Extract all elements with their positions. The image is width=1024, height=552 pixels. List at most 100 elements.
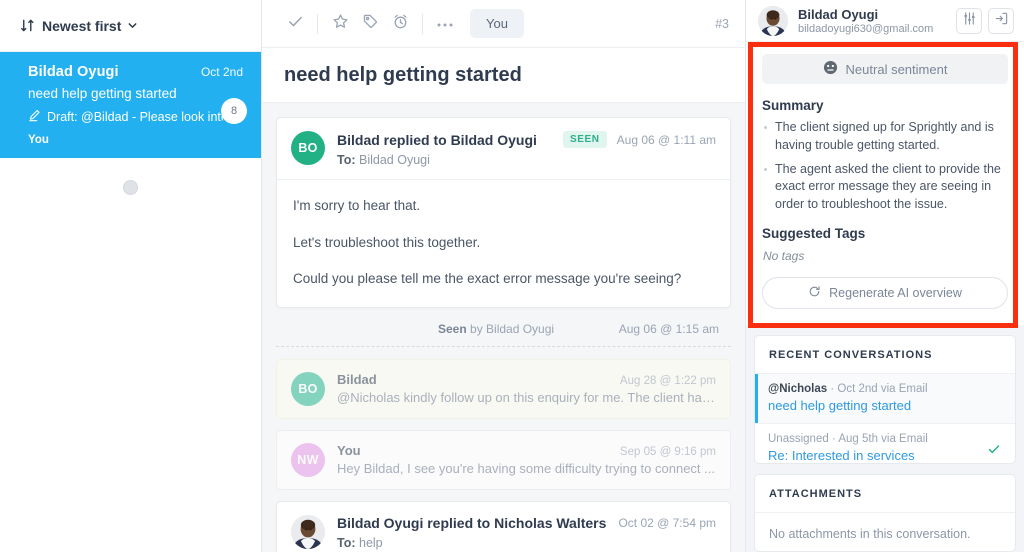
alarm-clock-icon <box>392 13 409 35</box>
conversation-list-sidebar: Newest first Bildad Oyugi Oct 2nd need h… <box>0 0 262 552</box>
snooze-button[interactable] <box>385 9 415 39</box>
tag-button[interactable] <box>355 9 385 39</box>
recent-conversations-card: RECENT CONVERSATIONS @Nicholas · Oct 2nd… <box>754 334 1016 464</box>
seen-receipt-text: Seen by Bildad Oyugi <box>438 322 554 336</box>
recent-conversation-title[interactable]: Re: Interested in services <box>768 448 987 463</box>
recent-conversation-title[interactable]: need help getting started <box>768 398 1001 413</box>
recent-conversation-item[interactable]: @Nicholas · Oct 2nd via Email need help … <box>755 373 1015 424</box>
message-paragraph: I'm sorry to hear that. <box>293 198 421 213</box>
sort-arrows-icon <box>20 18 35 33</box>
reply-body: You Sep 05 @ 9:16 pm Hey Bildad, I see y… <box>337 443 716 476</box>
sidebar-toolbar: Newest first <box>0 0 261 52</box>
message-recipient: To: Bildad Oyugi <box>337 153 716 167</box>
conversation-draft-text: Draft: @Bildad - Please look into... <box>47 110 223 124</box>
conversation-assignee: You <box>28 134 49 146</box>
attachments-heading: ATTACHMENTS <box>755 475 1015 513</box>
message-recipient-label: To: <box>337 153 356 167</box>
recent-conversation-meta: @Nicholas · Oct 2nd via Email <box>768 383 1001 395</box>
list-item: The agent asked the client to provide th… <box>762 161 1008 214</box>
sentiment-badge: Neutral sentiment <box>762 54 1008 84</box>
message-meta: SEEN Aug 06 @ 1:11 am <box>563 131 716 148</box>
recent-conversation-body: @Nicholas · Oct 2nd via Email need help … <box>768 383 1001 413</box>
status-badge: SEEN <box>563 131 607 148</box>
avatar <box>758 5 788 36</box>
avatar: BO <box>291 371 325 406</box>
message-header-text: Bildad Oyugi replied to Nicholas Walters… <box>337 515 716 550</box>
message-header-text: Bildad replied to Bildad Oyugi SEEN Aug … <box>337 131 716 167</box>
ai-overview-panel: Neutral sentiment Summary The client sig… <box>746 42 1024 325</box>
conversation-toolbar: You #3 <box>262 0 745 48</box>
message-header: BO Bildad replied to Bildad Oyugi SEEN A… <box>277 118 730 180</box>
list-item: The client signed up for Sprightly and i… <box>762 119 1008 155</box>
assignee-chip[interactable]: You <box>470 9 524 38</box>
seen-receipt-date: Aug 06 @ 1:15 am <box>618 321 719 336</box>
reply-author: You <box>337 442 361 458</box>
resolve-button[interactable] <box>280 9 310 39</box>
seen-receipt-prefix: Seen <box>438 321 467 336</box>
attachments-card: ATTACHMENTS No attachments in this conve… <box>754 473 1016 552</box>
tag-icon <box>362 13 379 35</box>
sign-in-icon <box>994 11 1009 31</box>
message-paragraph: Could you please tell me the exact error… <box>293 271 682 287</box>
recent-conversation-meta-rest: · Aug 5th via Email <box>828 432 928 445</box>
note-timestamp: Aug 28 @ 1:22 pm <box>619 374 716 387</box>
seen-receipt-row: Seen by Bildad Oyugi Aug 06 @ 1:15 am <box>276 308 731 346</box>
note-header: Bildad Aug 28 @ 1:22 pm <box>337 372 716 387</box>
pencil-icon <box>28 109 41 125</box>
suggested-tags-heading: Suggested Tags <box>762 225 866 241</box>
message-sender: Bildad Oyugi replied to Nicholas Walters <box>337 514 607 531</box>
message-header-row: Bildad replied to Bildad Oyugi SEEN Aug … <box>337 131 716 148</box>
message-card: Bildad Oyugi replied to Nicholas Walters… <box>276 500 731 552</box>
message-thread: BO Bildad replied to Bildad Oyugi SEEN A… <box>262 103 745 552</box>
conversation-detail-panel: You #3 need help getting started BO Bild… <box>262 0 746 552</box>
message-recipient: To: help <box>337 536 716 550</box>
contact-details-sidebar: Bildad Oyugi bildadoyugi630@gmail.com Ne… <box>746 0 1024 552</box>
avatar: BO <box>291 131 325 165</box>
recent-conversation-owner: Unassigned <box>768 432 829 445</box>
message-timestamp: Oct 02 @ 7:54 pm <box>618 515 716 530</box>
toolbar-divider <box>317 13 318 34</box>
neutral-face-icon <box>823 60 838 78</box>
avatar <box>291 514 325 549</box>
message-recipient-label: To: <box>337 535 356 550</box>
contact-identity: Bildad Oyugi bildadoyugi630@gmail.com <box>798 7 950 35</box>
message-timestamp: Aug 06 @ 1:11 am <box>616 132 716 147</box>
recent-conversation-owner: @Nicholas <box>768 382 828 395</box>
recent-conversation-item[interactable]: Unassigned · Aug 5th via Email Re: Inter… <box>755 424 1015 463</box>
contact-email: bildadoyugi630@gmail.com <box>798 22 934 35</box>
chevron-down-icon <box>127 20 138 31</box>
note-body: Bildad Aug 28 @ 1:22 pm @Nicholas kindly… <box>337 372 716 405</box>
star-button[interactable] <box>325 9 355 39</box>
recent-conversation-meta: Unassigned · Aug 5th via Email <box>768 433 987 445</box>
refresh-icon <box>808 285 821 301</box>
message-recipient-value: help <box>359 535 383 550</box>
sort-order-dropdown[interactable]: Newest first <box>20 18 138 34</box>
more-actions-button[interactable] <box>430 9 460 39</box>
reply-snippet: Hey Bildad, I see you're having some dif… <box>337 460 715 476</box>
message-sender: Bildad replied to Bildad Oyugi <box>337 131 537 148</box>
sort-order-label: Newest first <box>42 17 122 34</box>
star-icon <box>332 13 349 35</box>
recent-conversation-meta-rest: · Oct 2nd via Email <box>827 382 928 395</box>
message-header: Bildad Oyugi replied to Nicholas Walters… <box>277 502 730 552</box>
conversation-item-header: Bildad Oyugi Oct 2nd <box>28 64 245 80</box>
recent-conversations-heading: RECENT CONVERSATIONS <box>755 336 1015 374</box>
regenerate-label: Regenerate AI overview <box>829 285 962 300</box>
resolved-check-icon <box>987 433 1001 459</box>
check-icon <box>287 13 304 35</box>
regenerate-ai-overview-button[interactable]: Regenerate AI overview <box>762 276 1008 309</box>
message-paragraph: Let's troubleshoot this together. <box>293 234 481 250</box>
sliders-icon <box>962 11 977 31</box>
thread-divider <box>276 345 731 347</box>
message-card: BO Bildad replied to Bildad Oyugi SEEN A… <box>276 117 731 308</box>
conversation-list-item[interactable]: Bildad Oyugi Oct 2nd need help getting s… <box>0 52 261 158</box>
attachments-empty-text: No attachments in this conversation. <box>769 526 971 541</box>
conversation-number: #3 <box>715 16 729 31</box>
contact-settings-button[interactable] <box>956 7 982 34</box>
reply-preview-card[interactable]: NW You Sep 05 @ 9:16 pm Hey Bildad, I se… <box>276 429 731 490</box>
internal-note-card[interactable]: BO Bildad Aug 28 @ 1:22 pm @Nicholas kin… <box>276 358 731 419</box>
login-as-customer-button[interactable] <box>988 7 1014 34</box>
message-body: I'm sorry to hear that. Let's troublesho… <box>277 180 730 307</box>
toolbar-divider-2 <box>422 13 423 34</box>
contact-name: Bildad Oyugi <box>798 6 879 22</box>
